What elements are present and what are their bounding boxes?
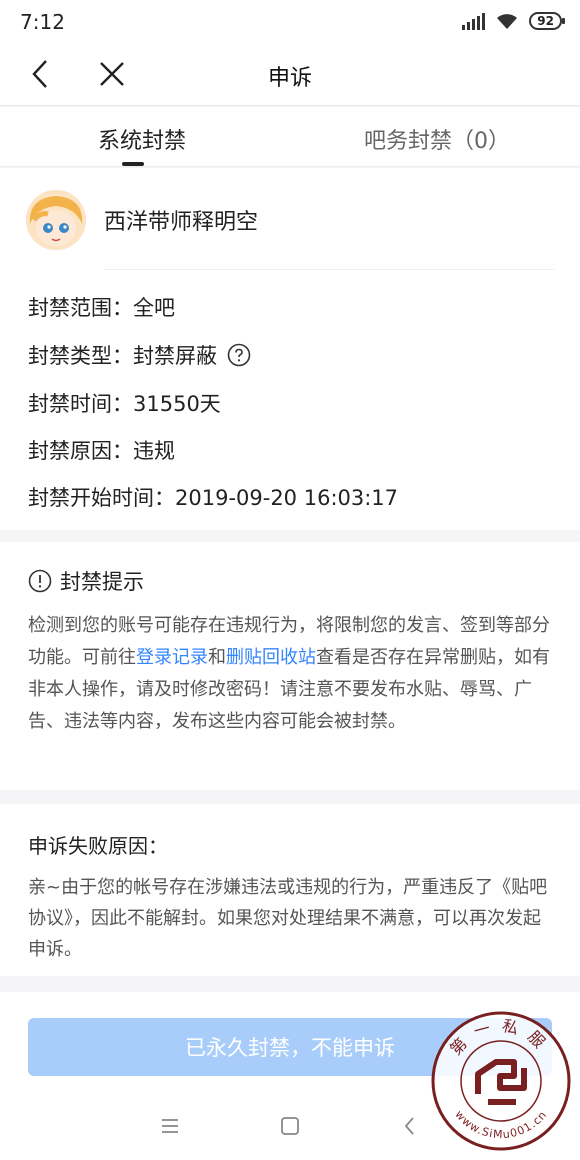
ban-reason-row: 封禁原因：违规 <box>28 435 175 465</box>
watermark-logo: 第一私服 www.SiMu001.cn <box>431 1011 571 1151</box>
ban-duration-row: 封禁时间：31550天 <box>28 388 221 418</box>
tab-bar: 系统封禁 吧务封禁（0） <box>0 107 580 167</box>
ban-reason-text: 封禁原因：违规 <box>28 439 175 463</box>
tab-system-ban[interactable]: 系统封禁 <box>98 123 186 155</box>
ban-tip-card: 封禁提示 检测到您的账号可能存在违规行为，将限制您的发言、签到等部分功能。可前往… <box>0 542 580 790</box>
user-name: 西洋带师释明空 <box>104 210 259 235</box>
ban-info-card: 西洋带师释明空 封禁范围：全吧 封禁类型：封禁屏蔽 封禁时间：31550天 封禁… <box>0 168 580 530</box>
divider <box>104 269 554 270</box>
ban-scope-row: 封禁范围：全吧 <box>28 292 175 322</box>
active-tab-indicator <box>122 162 144 166</box>
home-icon[interactable] <box>278 1114 302 1138</box>
tip-title: 封禁提示 <box>60 570 144 594</box>
ban-type-row: 封禁类型：封禁屏蔽 <box>28 340 251 370</box>
tip-header: 封禁提示 <box>28 566 144 596</box>
ban-start-row: 封禁开始时间：2019-09-20 16:03:17 <box>28 482 398 512</box>
status-time: 7:12 <box>20 10 65 34</box>
signal-icon <box>462 13 486 30</box>
menu-icon[interactable] <box>158 1114 182 1138</box>
recycle-bin-link[interactable]: 删贴回收站 <box>226 647 316 668</box>
ban-duration-text: 封禁时间：31550天 <box>28 392 221 416</box>
nav-bar: 申诉 <box>0 44 580 106</box>
wifi-icon <box>497 14 518 29</box>
tab-bar-ban[interactable]: 吧务封禁（0） <box>364 123 510 155</box>
page-title: 申诉 <box>267 66 312 91</box>
battery-indicator: 92 <box>529 12 565 30</box>
ban-type-text: 封禁类型：封禁屏蔽 <box>28 344 217 368</box>
appeal-failure-card: 申诉失败原因： 亲~由于您的帐号存在涉嫌违法或违规的行为，严重违反了《贴吧协议》… <box>0 804 580 976</box>
appeal-failure-text: 亲~由于您的帐号存在涉嫌违法或违规的行为，严重违反了《贴吧协议》，因此不能解封。… <box>28 877 548 960</box>
warning-icon <box>28 569 52 593</box>
appeal-failure-title: 申诉失败原因： <box>28 834 168 858</box>
help-icon[interactable] <box>227 343 251 367</box>
status-bar: 7:12 92 <box>0 0 580 44</box>
avatar-image <box>26 190 86 250</box>
avatar[interactable] <box>26 190 86 250</box>
status-icons: 92 <box>461 12 565 30</box>
ban-start-text: 封禁开始时间：2019-09-20 16:03:17 <box>28 486 399 510</box>
ban-scope-text: 封禁范围：全吧 <box>28 296 175 320</box>
login-record-link[interactable]: 登录记录 <box>136 647 208 668</box>
tip-text: 检测到您的账号可能存在违规行为，将限制您的发言、签到等部分功能。可前往登录记录和… <box>28 610 558 738</box>
tip-text-and: 和 <box>208 647 226 668</box>
back-icon[interactable] <box>398 1114 422 1138</box>
